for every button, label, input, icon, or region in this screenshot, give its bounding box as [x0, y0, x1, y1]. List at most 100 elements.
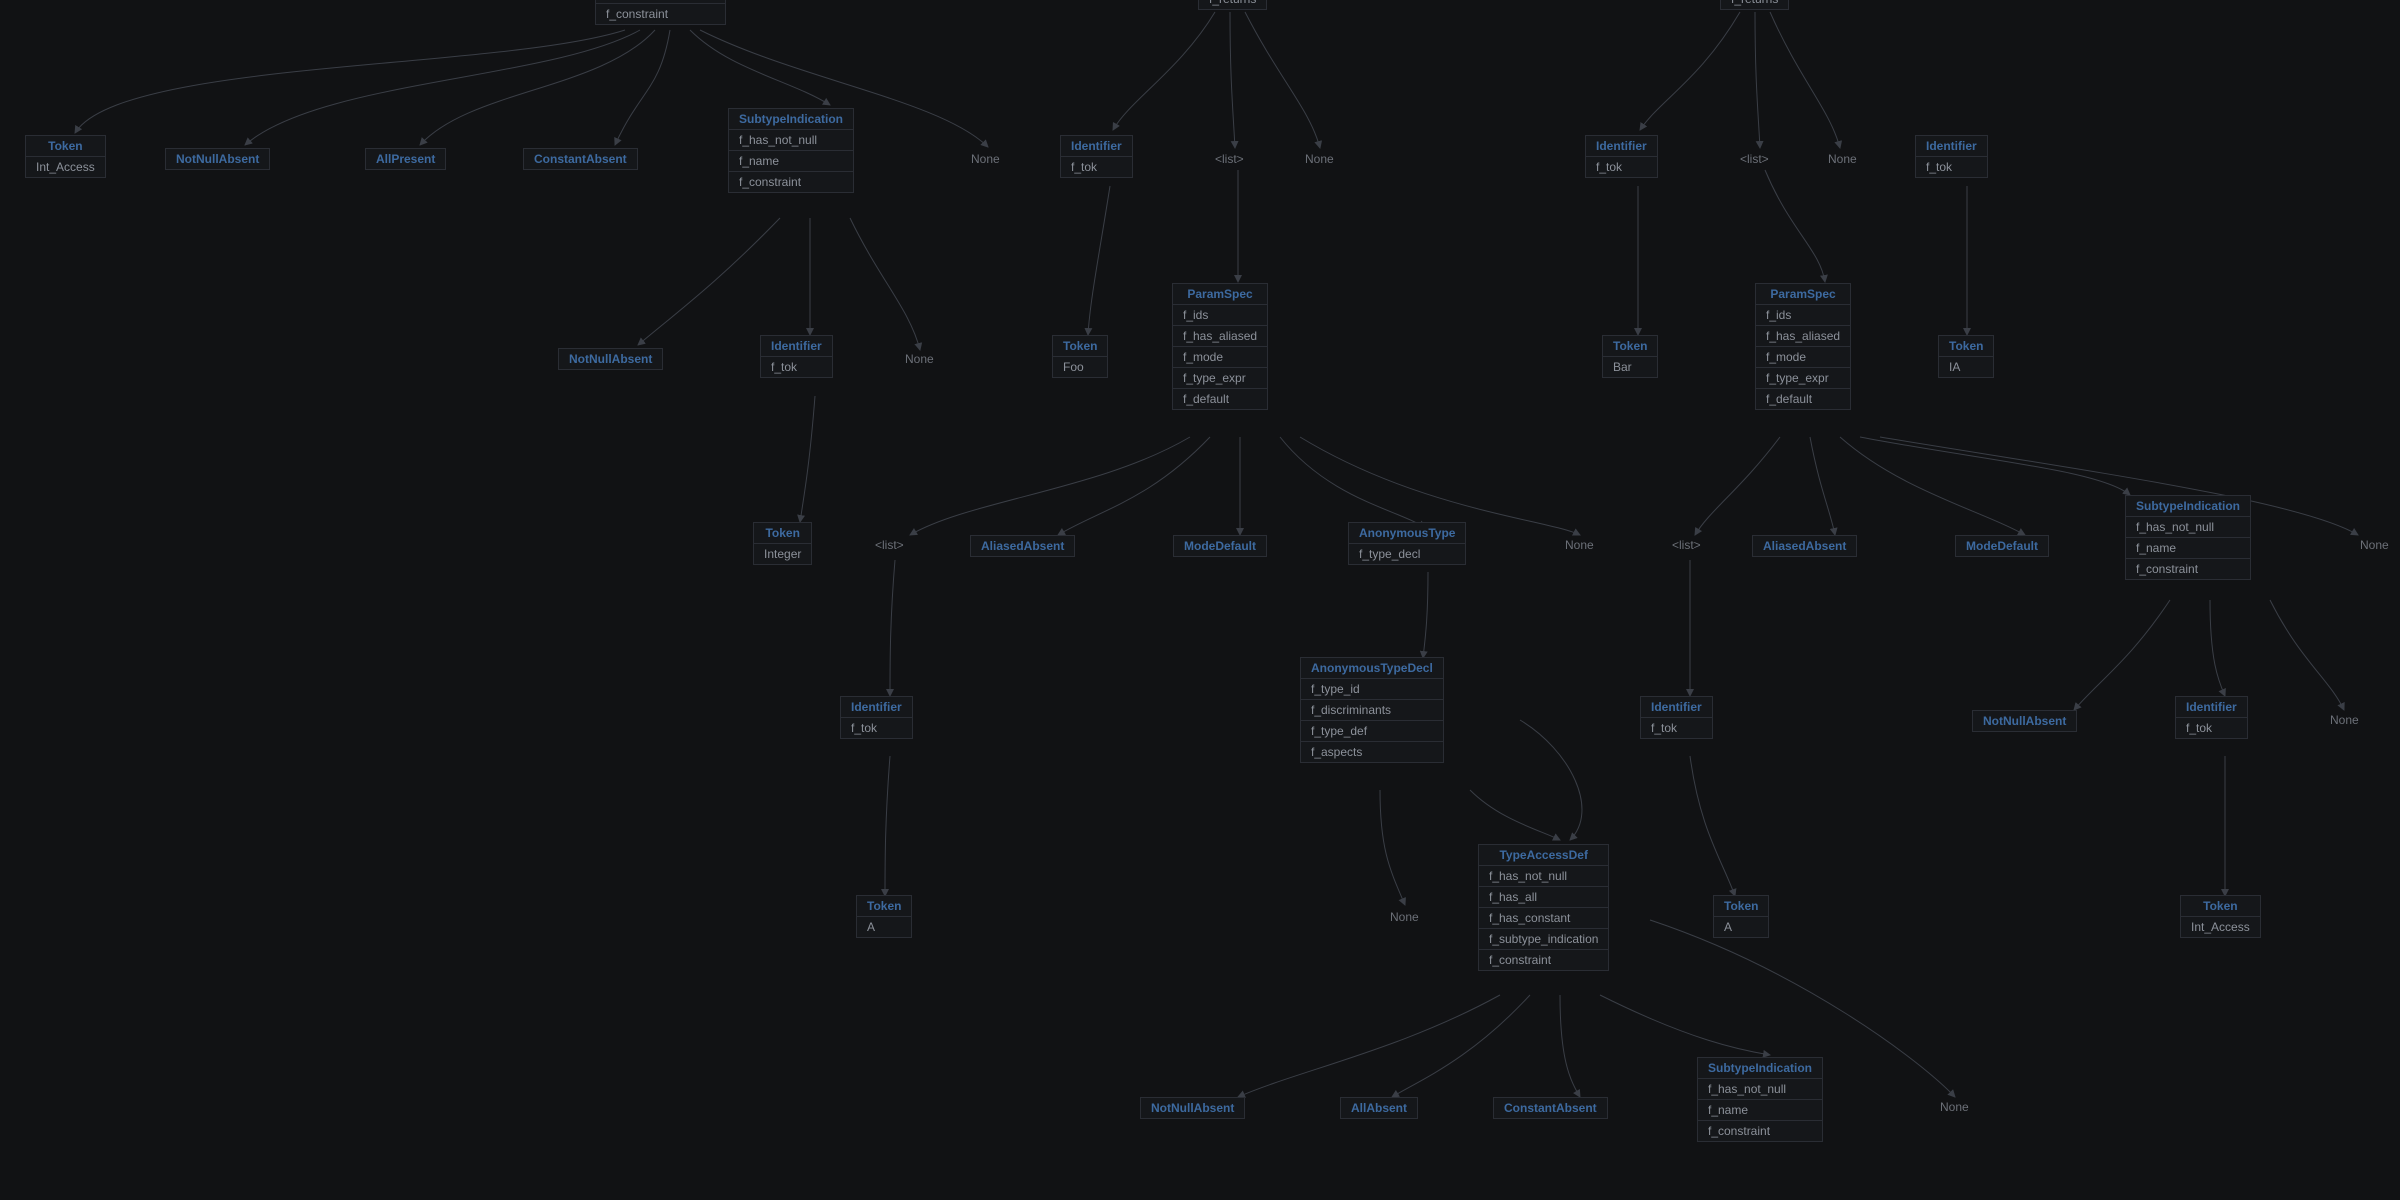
- node-f-returns-2: f_returns: [1720, 0, 1789, 10]
- node-subtypeindication[interactable]: SubtypeIndication f_has_not_null f_name …: [728, 108, 854, 193]
- node-title: TypeAccessDef: [1479, 845, 1608, 866]
- label-none: None: [2330, 713, 2359, 727]
- node-title: NotNullAbsent: [166, 149, 269, 169]
- node-identifier[interactable]: Identifier f_tok: [1060, 135, 1133, 178]
- label-none: None: [905, 352, 934, 366]
- node-title: Identifier: [2176, 697, 2247, 718]
- node-modedefault[interactable]: ModeDefault: [1955, 535, 2049, 557]
- field: f_tok: [841, 718, 912, 738]
- field: f_constraint: [1698, 1121, 1822, 1141]
- node-identifier[interactable]: Identifier f_tok: [840, 696, 913, 739]
- node-title: Token: [1714, 896, 1768, 917]
- node-value: Int_Access: [26, 157, 105, 177]
- field: f_has_aliased: [1756, 326, 1850, 347]
- node-modedefault[interactable]: ModeDefault: [1173, 535, 1267, 557]
- node-value: Bar: [1603, 357, 1657, 377]
- node-anonymoustypedecl[interactable]: AnonymousTypeDecl f_type_id f_discrimina…: [1300, 657, 1444, 763]
- node-title: Identifier: [1641, 697, 1712, 718]
- field: f_constraint: [729, 172, 853, 192]
- node-title: Token: [754, 523, 811, 544]
- field: f_has_aliased: [1173, 326, 1267, 347]
- field: f_has_not_null: [2126, 517, 2250, 538]
- label-none: None: [1390, 910, 1419, 924]
- node-title: AllAbsent: [1341, 1098, 1417, 1118]
- node-title: ParamSpec: [1173, 284, 1267, 305]
- node-aliasedabsent[interactable]: AliasedAbsent: [970, 535, 1075, 557]
- node-token-intaccess[interactable]: Token Int_Access: [2180, 895, 2261, 938]
- node-title: Token: [26, 136, 105, 157]
- field: f_tok: [761, 357, 832, 377]
- node-value: A: [857, 917, 911, 937]
- node-token-a[interactable]: Token A: [1713, 895, 1769, 938]
- node-identifier[interactable]: Identifier f_tok: [1915, 135, 1988, 178]
- node-token-int-access[interactable]: Token Int_Access: [25, 135, 106, 178]
- field-f-constraint: f_constraint: [596, 4, 725, 24]
- node-title: Token: [2181, 896, 2260, 917]
- node-f-returns-1: f_returns: [1198, 0, 1267, 10]
- node-identifier[interactable]: Identifier f_tok: [1585, 135, 1658, 178]
- node-title: Identifier: [1586, 136, 1657, 157]
- field: f_tok: [1916, 157, 1987, 177]
- node-allpresent[interactable]: AllPresent: [365, 148, 446, 170]
- field: f_default: [1173, 389, 1267, 409]
- node-aliasedabsent[interactable]: AliasedAbsent: [1752, 535, 1857, 557]
- node-title: AliasedAbsent: [1753, 536, 1856, 556]
- field: f_tok: [1586, 157, 1657, 177]
- field: f_ids: [1173, 305, 1267, 326]
- field: f_type_def: [1301, 721, 1443, 742]
- label-none: None: [1828, 152, 1857, 166]
- node-token-integer[interactable]: Token Integer: [753, 522, 812, 565]
- field: f_mode: [1756, 347, 1850, 368]
- node-title: NotNullAbsent: [1141, 1098, 1244, 1118]
- node-notnullabsent[interactable]: NotNullAbsent: [1972, 710, 2077, 732]
- node-title: AliasedAbsent: [971, 536, 1074, 556]
- node-constantabsent[interactable]: ConstantAbsent: [1493, 1097, 1608, 1119]
- node-title: NotNullAbsent: [1973, 711, 2076, 731]
- field: f_has_constant: [1479, 908, 1608, 929]
- node-notnullabsent[interactable]: NotNullAbsent: [165, 148, 270, 170]
- label-list: <list>: [875, 538, 904, 552]
- node-notnullabsent[interactable]: NotNullAbsent: [558, 348, 663, 370]
- label-none: None: [1305, 152, 1334, 166]
- node-token-bar[interactable]: Token Bar: [1602, 335, 1658, 378]
- field: f_ids: [1756, 305, 1850, 326]
- node-identifier[interactable]: Identifier f_tok: [1640, 696, 1713, 739]
- field: f_default: [1756, 389, 1850, 409]
- node-subtypeindication[interactable]: SubtypeIndication f_has_not_null f_name …: [2125, 495, 2251, 580]
- node-title: ParamSpec: [1756, 284, 1850, 305]
- node-title: ConstantAbsent: [524, 149, 637, 169]
- node-title: Identifier: [1061, 136, 1132, 157]
- node-title: SubtypeIndication: [729, 109, 853, 130]
- node-paramspec[interactable]: ParamSpec f_ids f_has_aliased f_mode f_t…: [1755, 283, 1851, 410]
- label-list: <list>: [1672, 538, 1701, 552]
- label-list: <list>: [1215, 152, 1244, 166]
- field: f_discriminants: [1301, 700, 1443, 721]
- node-token-foo[interactable]: Token Foo: [1052, 335, 1108, 378]
- node-notnullabsent[interactable]: NotNullAbsent: [1140, 1097, 1245, 1119]
- field: f_aspects: [1301, 742, 1443, 762]
- node-title: AllPresent: [366, 149, 445, 169]
- node-allabsent[interactable]: AllAbsent: [1340, 1097, 1418, 1119]
- node-value: Integer: [754, 544, 811, 564]
- node-constantabsent[interactable]: ConstantAbsent: [523, 148, 638, 170]
- node-subtypeindication[interactable]: SubtypeIndication f_has_not_null f_name …: [1697, 1057, 1823, 1142]
- node-title: SubtypeIndication: [2126, 496, 2250, 517]
- node-anonymoustype[interactable]: AnonymousType f_type_decl: [1348, 522, 1466, 565]
- node-title: ConstantAbsent: [1494, 1098, 1607, 1118]
- node-title: ModeDefault: [1174, 536, 1266, 556]
- label-list: <list>: [1740, 152, 1769, 166]
- node-token-ia[interactable]: Token IA: [1938, 335, 1994, 378]
- node-paramspec[interactable]: ParamSpec f_ids f_has_aliased f_mode f_t…: [1172, 283, 1268, 410]
- node-typeaccessdef[interactable]: TypeAccessDef f_has_not_null f_has_all f…: [1478, 844, 1609, 971]
- node-identifier[interactable]: Identifier f_tok: [2175, 696, 2248, 739]
- field: f_has_not_null: [1698, 1079, 1822, 1100]
- label-none: None: [1565, 538, 1594, 552]
- node-value: A: [1714, 917, 1768, 937]
- node-identifier[interactable]: Identifier f_tok: [760, 335, 833, 378]
- node-title: Token: [1053, 336, 1107, 357]
- node-title: AnonymousTypeDecl: [1301, 658, 1443, 679]
- node-token-a[interactable]: Token A: [856, 895, 912, 938]
- field: f_type_decl: [1349, 544, 1465, 564]
- node-title: Identifier: [1916, 136, 1987, 157]
- field: f_constraint: [2126, 559, 2250, 579]
